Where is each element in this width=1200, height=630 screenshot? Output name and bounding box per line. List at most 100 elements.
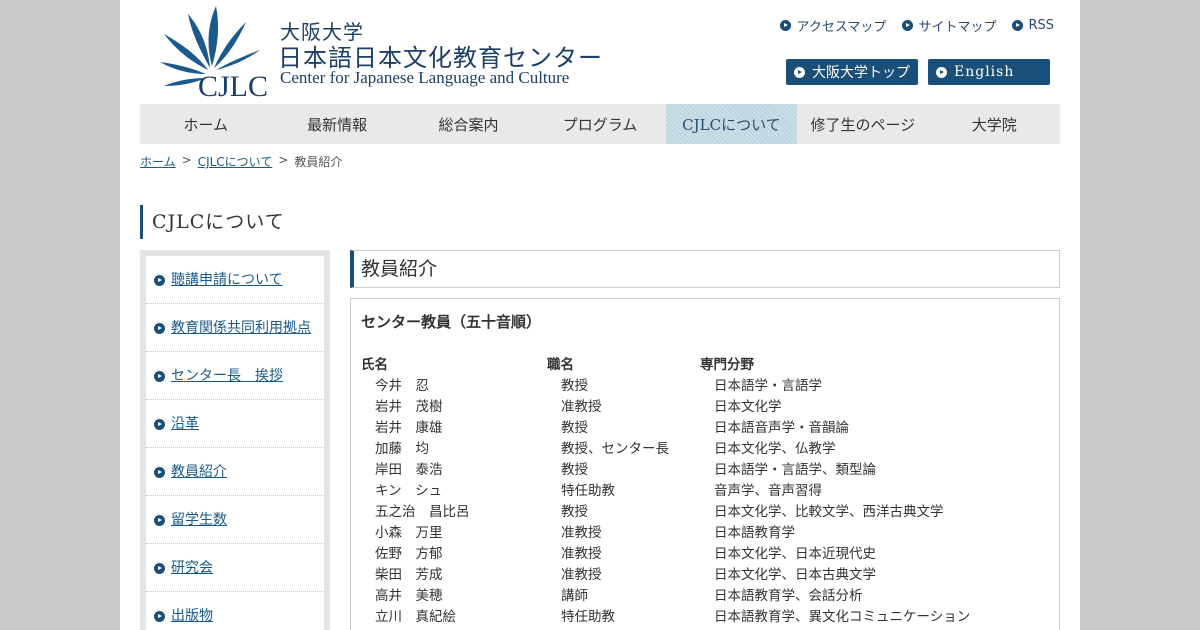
table-row: キン シュ 特任助教 音声学、音声習得 <box>361 478 970 499</box>
sidebar-item-auditing[interactable]: 聴講申請について <box>146 256 324 304</box>
faculty-table: 氏名 職名 専門分野 今井 忍教授 日本語学・言語学 岩井 茂樹 准教授 日本文化学 岩井… <box>361 352 970 625</box>
faculty-position: 特任助教 <box>561 608 615 625</box>
faculty-field: 日本文化学、仏教学 <box>714 440 836 457</box>
rss-link[interactable]: RSS <box>1012 16 1054 35</box>
faculty-name: 加藤 均 <box>375 440 429 457</box>
faculty-field: 日本文化学、日本近現代史 <box>714 545 876 562</box>
faculty-name: 高井 美穂 <box>375 587 443 604</box>
faculty-position: 特任助教 <box>561 482 615 499</box>
faculty-position: 教授 <box>561 461 588 478</box>
arrow-bullet-icon <box>154 323 165 334</box>
table-row: 五之治 昌比呂 教授 日本文化学、比較文学、西洋古典文学 <box>361 499 970 520</box>
nav-home[interactable]: ホーム <box>140 104 271 144</box>
sidebar-item-director-greeting[interactable]: センター長 挨拶 <box>146 352 324 400</box>
logo-center-name-en[interactable]: Center for Japanese Language and Culture <box>280 68 569 88</box>
faculty-name: キン シュ <box>375 482 443 499</box>
faculty-field: 日本文化学、日本古典文学 <box>714 566 876 583</box>
sidebar-item-research-meetings[interactable]: 研究会 <box>146 544 324 592</box>
sidebar-item-publications[interactable]: 出版物 <box>146 592 324 630</box>
arrow-bullet-icon <box>902 20 914 31</box>
sidebar-item-joint-usage[interactable]: 教育関係共同利用拠点 <box>146 304 324 352</box>
breadcrumb-separator: > <box>278 153 289 167</box>
nav-about-cjlc[interactable]: CJLCについて <box>665 104 798 144</box>
column-header-position: 職名 <box>547 356 574 373</box>
arrow-bullet-icon <box>154 563 165 574</box>
nav-alumni[interactable]: 修了生のページ <box>797 104 928 144</box>
breadcrumb-separator: > <box>181 153 192 167</box>
cjlc-logo-icon[interactable]: CJLC <box>142 4 272 100</box>
faculty-content: センター教員（五十音順） 氏名 職名 専門分野 今井 忍教授 日本語学・言語学 岩井… <box>350 298 1060 630</box>
faculty-position: 准教授 <box>561 566 602 583</box>
faculty-name: 今井 忍 <box>375 377 429 394</box>
breadcrumb-section[interactable]: CJLCについて <box>198 153 273 170</box>
arrow-bullet-icon <box>154 611 165 622</box>
arrow-bullet-icon <box>154 275 165 286</box>
faculty-name: 岩井 康雄 <box>375 419 443 436</box>
faculty-name: 柴田 芳成 <box>375 566 443 583</box>
faculty-field: 日本語音声学・音韻論 <box>714 419 849 436</box>
sidebar-item-international-students[interactable]: 留学生数 <box>146 496 324 544</box>
arrow-bullet-icon <box>154 467 165 478</box>
nav-programs[interactable]: プログラム <box>534 104 665 144</box>
table-row: 今井 忍 教授 日本語学・言語学 <box>361 373 970 394</box>
nav-guide[interactable]: 総合案内 <box>403 104 534 144</box>
svg-text:CJLC: CJLC <box>198 70 268 100</box>
faculty-subtitle: センター教員（五十音順） <box>361 313 542 331</box>
faculty-field: 日本語教育学、会話分析 <box>714 587 863 604</box>
breadcrumb: ホーム > CJLCについて > 教員紹介 <box>140 153 342 170</box>
faculty-position: 教授 <box>561 419 588 436</box>
table-row: 加藤 均 教授、センター長 日本文化学、仏教学 <box>361 436 970 457</box>
nav-graduate-school[interactable]: 大学院 <box>929 104 1060 144</box>
faculty-position: 准教授 <box>561 524 602 541</box>
table-row: 高井 美穂 講師 日本語教育学、会話分析 <box>361 583 970 604</box>
faculty-position: 講師 <box>561 587 588 604</box>
faculty-field: 日本文化学、比較文学、西洋古典文学 <box>714 503 944 520</box>
sidebar-item-faculty[interactable]: 教員紹介 <box>146 448 324 496</box>
table-row: 柴田 芳成 准教授 日本文化学、日本古典文学 <box>361 562 970 583</box>
arrow-bullet-icon <box>1012 20 1024 31</box>
faculty-position: 教授、センター長 <box>561 440 669 457</box>
faculty-field: 日本語学・言語学、類型論 <box>714 461 876 478</box>
access-map-link[interactable]: アクセスマップ <box>780 16 886 35</box>
table-row: 佐野 方郁 准教授 日本文化学、日本近現代史 <box>361 541 970 562</box>
faculty-position: 教授 <box>561 503 588 520</box>
page: CJLC 大阪大学 日本語日本文化教育センター Center for Japan… <box>120 0 1080 630</box>
breadcrumb-home[interactable]: ホーム <box>140 153 176 170</box>
utility-links: アクセスマップ サイトマップ RSS <box>780 16 1054 35</box>
osaka-university-top-button[interactable]: 大阪大学トップ <box>786 59 918 85</box>
faculty-name: 五之治 昌比呂 <box>375 503 470 520</box>
sitemap-link[interactable]: サイトマップ <box>902 16 996 35</box>
faculty-position: 教授 <box>561 377 588 394</box>
section-title: CJLCについて <box>140 205 285 239</box>
page-title: 教員紹介 <box>350 250 1060 288</box>
table-row: 立川 真紀絵 特任助教 日本語教育学、異文化コミュニケーション <box>361 604 970 625</box>
faculty-name: 岸田 泰浩 <box>375 461 443 478</box>
table-row: 岸田 泰浩 教授 日本語学・言語学、類型論 <box>361 457 970 478</box>
arrow-bullet-icon <box>780 20 792 31</box>
table-row: 小森 万里 准教授 日本語教育学 <box>361 520 970 541</box>
faculty-field: 日本文化学 <box>714 398 782 415</box>
faculty-name: 岩井 茂樹 <box>375 398 443 415</box>
arrow-bullet-icon <box>154 371 165 382</box>
nav-news[interactable]: 最新情報 <box>271 104 402 144</box>
breadcrumb-current: 教員紹介 <box>294 155 343 169</box>
faculty-field: 日本語教育学 <box>714 524 795 541</box>
column-header-name: 氏名 <box>361 356 388 373</box>
column-header-field: 専門分野 <box>700 356 754 373</box>
faculty-field: 音声学、音声習得 <box>714 482 822 499</box>
arrow-bullet-icon <box>794 66 805 78</box>
faculty-name: 立川 真紀絵 <box>375 608 456 625</box>
sidebar: 聴講申請について 教育関係共同利用拠点 センター長 挨拶 沿革 教員紹介 留学生… <box>140 250 330 630</box>
faculty-field: 日本語教育学、異文化コミュニケーション <box>714 608 971 625</box>
faculty-position: 准教授 <box>561 545 602 562</box>
sidebar-item-history[interactable]: 沿革 <box>146 400 324 448</box>
english-button[interactable]: English <box>928 59 1050 85</box>
faculty-position: 准教授 <box>561 398 602 415</box>
arrow-bullet-icon <box>154 515 165 526</box>
global-nav: ホーム 最新情報 総合案内 プログラム CJLCについて 修了生のページ 大学院 <box>140 104 1060 144</box>
arrow-bullet-icon <box>154 419 165 430</box>
table-row: 岩井 康雄 教授 日本語音声学・音韻論 <box>361 415 970 436</box>
arrow-bullet-icon <box>936 66 947 78</box>
faculty-name: 佐野 方郁 <box>375 545 443 562</box>
faculty-name: 小森 万里 <box>375 524 443 541</box>
